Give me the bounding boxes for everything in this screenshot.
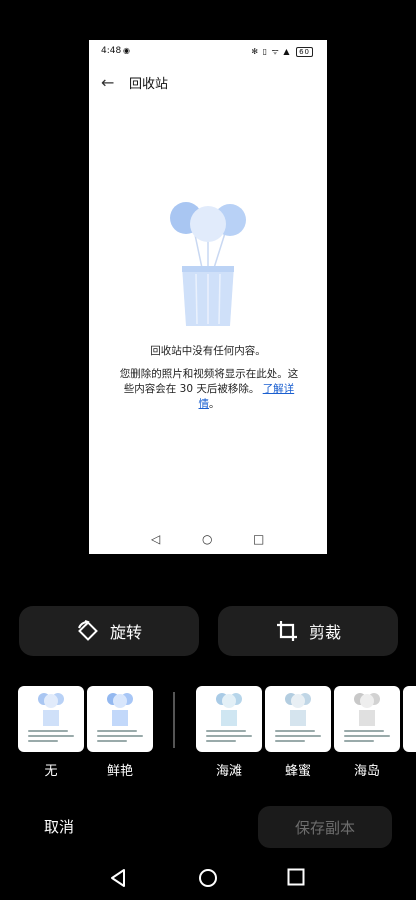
filter-thumbnail xyxy=(265,686,331,752)
rotate-button[interactable]: 旋转 xyxy=(19,606,199,656)
home-nav-icon[interactable] xyxy=(198,868,218,888)
filter-label: 无 xyxy=(44,764,58,779)
preview-back-nav-icon: ◁ xyxy=(151,532,161,546)
filter-label: 蜂蜜 xyxy=(284,764,311,779)
preview-recents-nav-icon: □ xyxy=(253,532,265,546)
thumbnail-illustration-icon xyxy=(285,693,311,726)
filter-divider xyxy=(173,692,175,748)
filter-beach[interactable]: 海滩 xyxy=(196,686,262,779)
thumbnail-illustration-icon xyxy=(38,693,64,726)
empty-trash-illustration-icon xyxy=(170,202,246,326)
filter-thumbnail xyxy=(87,686,153,752)
crop-icon xyxy=(276,621,297,641)
learn-more-suffix: 。 xyxy=(209,398,220,410)
recents-nav-icon[interactable] xyxy=(287,868,305,886)
filter-partial[interactable] xyxy=(403,686,416,752)
preview-status-bar: 4:48 ◉ ✻ ▯ ᯤ ▲ 60 xyxy=(89,40,327,62)
save-copy-button[interactable]: 保存副本 xyxy=(258,806,392,848)
preview-status-icons: ✻ ▯ ᯤ ▲ 60 xyxy=(251,46,313,57)
cancel-button[interactable]: 取消 xyxy=(44,816,74,837)
crop-button[interactable]: 剪裁 xyxy=(218,606,398,656)
filter-honey[interactable]: 蜂蜜 xyxy=(265,686,331,779)
filter-vivid[interactable]: 鲜艳 xyxy=(87,686,153,779)
rotate-icon xyxy=(78,620,98,641)
preview-nav-bar: ◁ ○ □ xyxy=(89,532,327,548)
thumbnail-illustration-icon xyxy=(216,693,242,726)
filter-thumbnail xyxy=(196,686,262,752)
filter-none[interactable]: 无 xyxy=(18,686,84,779)
empty-description: 您删除的照片和视频将显示在此处。这些内容会在 30 天后被移除。 了解详情。 xyxy=(119,367,299,412)
filter-thumbnail xyxy=(403,686,416,752)
thumbnail-illustration-icon xyxy=(354,693,380,726)
crop-label: 剪裁 xyxy=(308,623,341,642)
filter-label: 海滩 xyxy=(215,764,242,779)
preview-status-time: 4:48 xyxy=(101,46,122,56)
preview-home-nav-icon: ○ xyxy=(202,532,213,546)
filter-thumbnail xyxy=(334,686,400,752)
thumbnail-illustration-icon xyxy=(107,693,133,726)
rotate-label: 旋转 xyxy=(109,623,142,642)
back-nav-icon[interactable] xyxy=(108,868,128,888)
filter-label: 海岛 xyxy=(353,764,380,779)
filter-label: 鲜艳 xyxy=(106,764,133,779)
battery-icon: 60 xyxy=(296,47,313,57)
image-preview: 4:48 ◉ ✻ ▯ ᯤ ▲ 60 ← 回收站 回收站中没有任何内容。 您删除的… xyxy=(89,40,327,554)
preview-title: 回收站 xyxy=(129,77,169,92)
status-icons-text: ✻ ▯ ᯤ ▲ xyxy=(251,47,291,56)
filter-island[interactable]: 海岛 xyxy=(334,686,400,779)
system-nav-bar xyxy=(0,862,416,892)
back-arrow-icon: ← xyxy=(101,73,115,92)
empty-message: 回收站中没有任何内容。 xyxy=(150,345,266,357)
filter-thumbnail xyxy=(18,686,84,752)
eye-icon: ◉ xyxy=(123,46,130,55)
